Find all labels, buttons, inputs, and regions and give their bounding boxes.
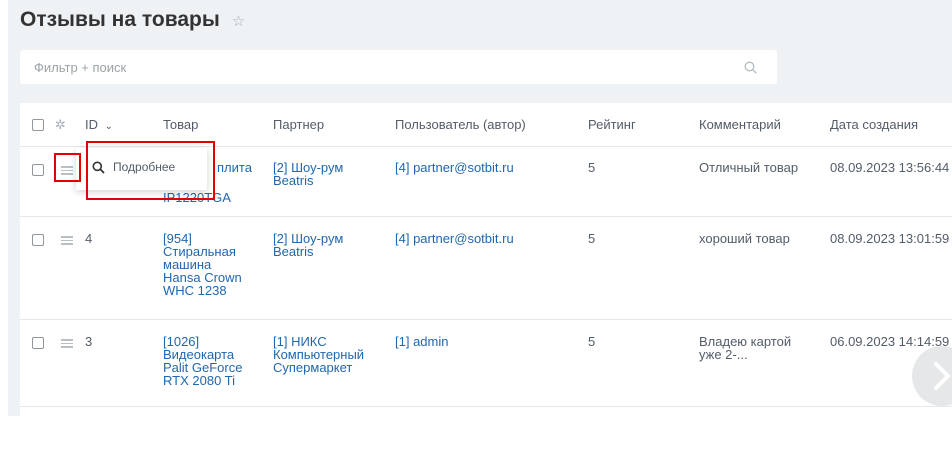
row-partner-link[interactable]: [1] НИКС Компьютерный Супермаркет bbox=[273, 335, 364, 374]
search-input[interactable] bbox=[20, 50, 734, 84]
star-icon[interactable]: ☆ bbox=[232, 12, 245, 30]
row-checkbox[interactable] bbox=[32, 337, 44, 349]
row-rating: 5 bbox=[588, 160, 596, 175]
settings-gear-icon[interactable]: ✲ bbox=[55, 117, 66, 133]
filter-search-bar[interactable] bbox=[20, 50, 777, 84]
column-header-partner[interactable]: Партнер bbox=[273, 117, 324, 132]
row-checkbox[interactable] bbox=[32, 234, 44, 246]
row-menu-icon[interactable] bbox=[61, 339, 73, 348]
row-id: 3 bbox=[85, 334, 93, 349]
highlight-context-menu-box bbox=[86, 141, 215, 200]
column-header-id[interactable]: ID ⌄ bbox=[85, 117, 113, 132]
row-id: 4 bbox=[85, 231, 93, 246]
chevron-right-icon bbox=[934, 362, 950, 390]
row-product-line: WHC 1238 bbox=[163, 283, 227, 298]
sort-chevron-down-icon: ⌄ bbox=[104, 121, 114, 132]
column-header-product[interactable]: Товар bbox=[163, 117, 198, 132]
row-menu-icon[interactable] bbox=[61, 236, 73, 245]
row-comment-line: уже 2-... bbox=[699, 347, 748, 362]
row-user-link[interactable]: [4] partner@sotbit.ru bbox=[395, 161, 514, 174]
highlight-menu-icon-box bbox=[54, 153, 81, 182]
row-comment-line: Отличный товар bbox=[699, 160, 799, 175]
row-partner-line: Beatris bbox=[273, 244, 314, 259]
search-icon[interactable] bbox=[744, 61, 757, 74]
row-user-link[interactable]: [1] admin bbox=[395, 335, 448, 348]
row-comment-line: хороший товар bbox=[699, 231, 790, 246]
row-product-line: плита bbox=[217, 160, 252, 175]
row-comment: Владею картой уже 2-... bbox=[699, 335, 791, 361]
row-partner-link[interactable]: [2] Шоу-рум Beatris bbox=[273, 161, 343, 187]
column-header-created[interactable]: Дата создания bbox=[830, 117, 918, 132]
table-row[interactable]: 4 [954] Стиральная машина Hansa Crown WH… bbox=[20, 217, 952, 320]
row-partner-line: Супермаркет bbox=[273, 360, 353, 375]
row-created-date: 06.09.2023 14:14:59 bbox=[830, 334, 950, 349]
row-comment: Отличный товар bbox=[699, 161, 798, 174]
row-created-date: 08.09.2023 13:01:59 bbox=[830, 231, 950, 246]
column-header-user[interactable]: Пользователь (автор) bbox=[395, 117, 526, 132]
page-title: Отзывы на товары bbox=[20, 8, 220, 31]
row-rating: 5 bbox=[588, 231, 596, 246]
column-header-id-label: ID bbox=[85, 117, 98, 132]
select-all-checkbox[interactable] bbox=[32, 119, 44, 131]
row-product-link[interactable]: [1026] Видеокарта Palit GeForce RTX 2080… bbox=[163, 335, 242, 387]
row-product-line: RTX 2080 Ti bbox=[163, 373, 236, 388]
column-header-comment[interactable]: Комментарий bbox=[699, 117, 781, 132]
row-partner-link[interactable]: [2] Шоу-рум Beatris bbox=[273, 232, 343, 258]
table-row[interactable]: 3 [1026] Видеокарта Palit GeForce RTX 20… bbox=[20, 320, 952, 407]
row-partner-line: Beatris bbox=[273, 173, 314, 188]
row-comment: хороший товар bbox=[699, 232, 790, 245]
row-checkbox[interactable] bbox=[32, 164, 44, 176]
row-product-link[interactable]: [954] Стиральная машина Hansa Crown WHC … bbox=[163, 232, 242, 297]
column-header-rating[interactable]: Рейтинг bbox=[588, 117, 636, 132]
row-user-link[interactable]: [4] partner@sotbit.ru bbox=[395, 232, 514, 245]
page-header: Отзывы на товары ☆ bbox=[20, 8, 245, 32]
row-created-date: 08.09.2023 13:56:44 bbox=[830, 160, 950, 175]
row-product-link[interactable]: плита bbox=[217, 161, 252, 174]
row-rating: 5 bbox=[588, 334, 596, 349]
